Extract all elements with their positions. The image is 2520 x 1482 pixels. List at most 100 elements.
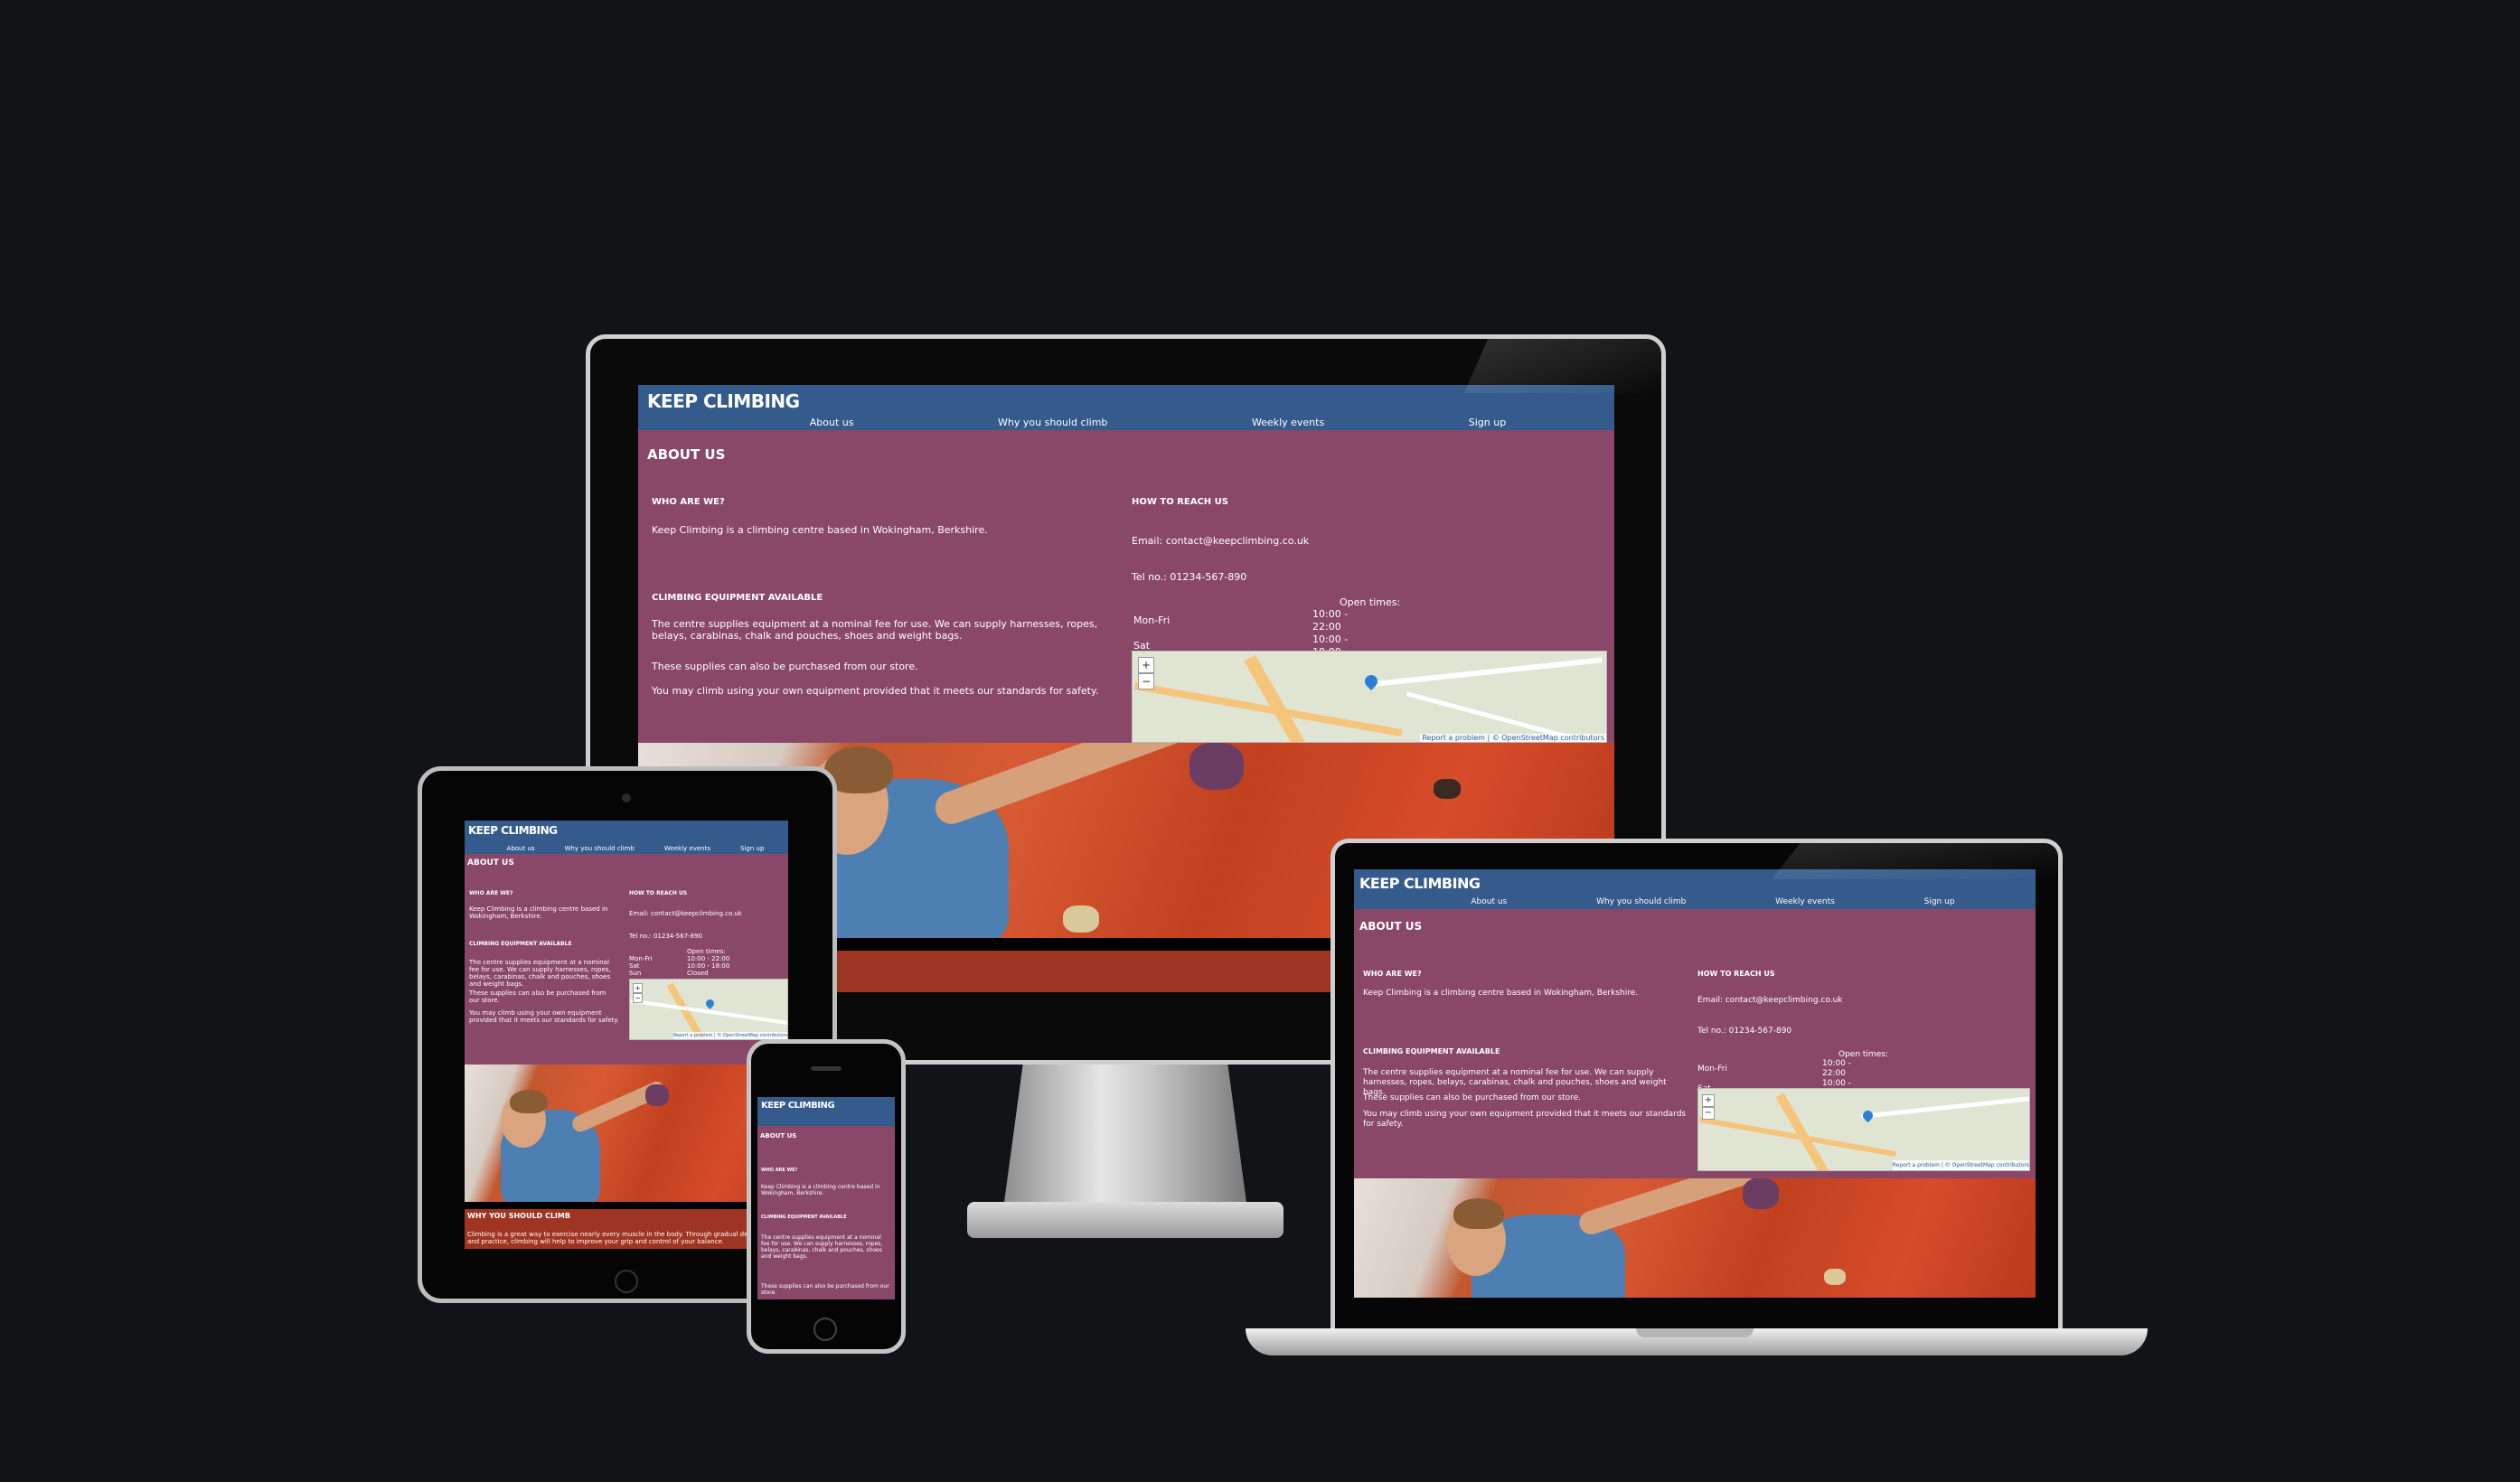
nav-link-why[interactable]: Why you should climb	[998, 417, 1107, 428]
nav-link-why[interactable]: Why you should climb	[565, 845, 635, 852]
nav-link-signup[interactable]: Sign up	[740, 845, 764, 852]
zoom-out-button[interactable]: −	[633, 993, 643, 1003]
climbing-hold	[1743, 1178, 1779, 1209]
location-map[interactable]: + − Report a problem | © OpenStreetMap c…	[1697, 1088, 2030, 1171]
equip-heading: Climbing equipment available	[761, 1215, 847, 1220]
about-heading: About us	[647, 446, 726, 463]
location-map[interactable]: + − Report a problem | © OpenStreetMap c…	[1132, 651, 1607, 743]
site-logo[interactable]: Keep Climbing	[761, 1101, 835, 1111]
phone-home-button	[813, 1318, 837, 1341]
climbing-hold	[1189, 743, 1244, 790]
equip-text-3: You may climb using your own equipment p…	[652, 685, 1099, 697]
who-heading: Who are we?	[652, 497, 725, 507]
tel-text: Tel no.: 01234-567-890	[1697, 1027, 1792, 1036]
equip-text-2: These supplies can also be purchased fro…	[1363, 1093, 1582, 1102]
who-text: Keep Climbing is a climbing centre based…	[469, 905, 608, 920]
nav-link-about[interactable]: About us	[1471, 897, 1507, 906]
tablet-home-button	[615, 1270, 638, 1293]
main-nav: About us Why you should climb Weekly eve…	[492, 845, 779, 852]
equip-text-2: These supplies can also be purchased fro…	[469, 990, 606, 1004]
monitor-stand-neck	[1003, 1065, 1247, 1209]
who-heading: Who are we?	[1363, 970, 1422, 978]
why-section-band: Why you should climb Climbing is a great…	[465, 1209, 788, 1249]
equip-text-2: These supplies can also be purchased fro…	[652, 661, 918, 672]
email-text[interactable]: Email: contact@keepclimbing.co.uk	[1697, 996, 1843, 1006]
zoom-in-button[interactable]: +	[633, 983, 643, 993]
hours-day: Mon-Fri	[1133, 614, 1171, 626]
about-heading: About us	[760, 1132, 797, 1140]
site-logo[interactable]: Keep Climbing	[647, 390, 800, 412]
hours-time: 10:00 - 22:00	[687, 955, 730, 962]
main-nav: About us Why you should climb Weekly eve…	[738, 417, 1578, 428]
reach-heading: How to reach us	[1697, 970, 1775, 978]
tel-text: Tel no.: 01234-567-890	[1132, 571, 1247, 583]
nav-link-signup[interactable]: Sign up	[1924, 897, 1955, 906]
map-attribution[interactable]: Report a problem | © OpenStreetMap contr…	[1892, 1160, 2029, 1170]
about-heading: About us	[1359, 920, 1423, 933]
hours-row: Mon-Fri 10:00 - 22:00	[1697, 1059, 1860, 1079]
equip-text-2: These supplies can also be purchased fro…	[761, 1283, 889, 1296]
why-heading: Why you should climb	[467, 1212, 570, 1220]
laptop-website-screen: Keep Climbing About us Why you should cl…	[1354, 869, 2036, 1298]
open-times-title: Open times:	[687, 948, 726, 955]
hours-table: Mon-Fri 10:00 - 22:00 Sat 10:00 - 18:00 Su…	[629, 955, 738, 977]
equip-text-1: The centre supplies equipment at a nomin…	[761, 1234, 883, 1260]
nav-link-signup[interactable]: Sign up	[1469, 417, 1506, 428]
tablet-website-screen: Keep Climbing About us Why you should cl…	[465, 821, 788, 1249]
map-attribution[interactable]: Report a problem | © OpenStreetMap contr…	[672, 1032, 787, 1039]
hours-row: Mon-Fri 10:00 - 22:00	[629, 955, 738, 962]
nav-link-events[interactable]: Weekly events	[1775, 897, 1835, 906]
hours-time: 10:00 - 18:00	[687, 962, 730, 970]
hours-row: Sun Closed	[629, 970, 738, 977]
site-logo[interactable]: Keep Climbing	[468, 824, 558, 837]
email-text[interactable]: Email: contact@keepclimbing.co.uk	[629, 910, 742, 917]
nav-link-about[interactable]: About us	[507, 845, 535, 852]
why-text: Climbing is a great way to exercise near…	[467, 1231, 782, 1245]
hours-time: 10:00 - 22:00	[1822, 1059, 1852, 1078]
who-text: Keep Climbing is a climbing centre based…	[652, 524, 988, 536]
hours-row: Sat 10:00 - 18:00	[629, 962, 738, 970]
hero-climber-image	[1354, 1178, 2036, 1298]
hours-day: Mon-Fri	[1697, 1064, 1727, 1074]
tablet-camera	[622, 793, 631, 802]
map-pin-icon	[1362, 672, 1380, 690]
zoom-out-button[interactable]: −	[1138, 673, 1154, 689]
nav-link-events[interactable]: Weekly events	[1252, 417, 1324, 428]
open-times-title: Open times:	[1340, 596, 1401, 608]
hours-row: Mon-Fri 10:00 - 22:00	[1133, 608, 1350, 633]
nav-link-about[interactable]: About us	[810, 417, 854, 428]
site-header: Keep Climbing About us Why you should cl…	[465, 821, 788, 854]
equip-text-1: The centre supplies equipment at a nomin…	[652, 618, 1098, 642]
climbing-hold	[645, 1084, 669, 1106]
site-logo[interactable]: Keep Climbing	[1359, 875, 1481, 892]
location-map[interactable]: + − Report a problem | © OpenStreetMap c…	[629, 979, 788, 1040]
hours-time: 10:00 - 22:00	[1312, 608, 1349, 633]
equip-text-3: You may climb using your own equipment p…	[469, 1009, 619, 1024]
reach-heading: How to reach us	[629, 890, 688, 896]
zoom-out-button[interactable]: −	[1702, 1107, 1715, 1120]
equip-heading: Climbing equipment available	[469, 941, 572, 947]
reach-heading: How to reach us	[1132, 497, 1228, 507]
tel-text: Tel no.: 01234-567-890	[629, 933, 703, 940]
hours-day: Mon-Fri	[629, 955, 653, 962]
zoom-in-button[interactable]: +	[1138, 657, 1154, 673]
nav-link-events[interactable]: Weekly events	[664, 845, 710, 852]
map-attribution[interactable]: Report a problem | © OpenStreetMap contr…	[1420, 734, 1606, 742]
monitor-stand-base	[967, 1202, 1284, 1238]
zoom-in-button[interactable]: +	[1702, 1094, 1715, 1107]
equip-heading: Climbing equipment available	[1363, 1047, 1500, 1055]
about-heading: About us	[467, 858, 514, 868]
hours-day: Sun	[629, 970, 642, 977]
hours-day: Sat	[629, 962, 640, 970]
who-text: Keep Climbing is a climbing centre based…	[761, 1184, 880, 1196]
main-nav: About us Why you should climb Weekly eve…	[1426, 897, 1999, 906]
who-heading: Who are we?	[469, 890, 513, 896]
hero-climber-image	[465, 1065, 788, 1202]
phone-website-screen: Keep Climbing About us Who are we? Keep …	[757, 1097, 895, 1299]
email-text[interactable]: Email: contact@keepclimbing.co.uk	[1132, 535, 1309, 547]
hours-time: Closed	[687, 970, 709, 977]
nav-link-why[interactable]: Why you should climb	[1596, 897, 1686, 906]
map-pin-icon	[1860, 1108, 1876, 1123]
equip-text-1: The centre supplies equipment at a nomin…	[469, 959, 611, 988]
equip-heading: Climbing equipment available	[652, 593, 823, 603]
